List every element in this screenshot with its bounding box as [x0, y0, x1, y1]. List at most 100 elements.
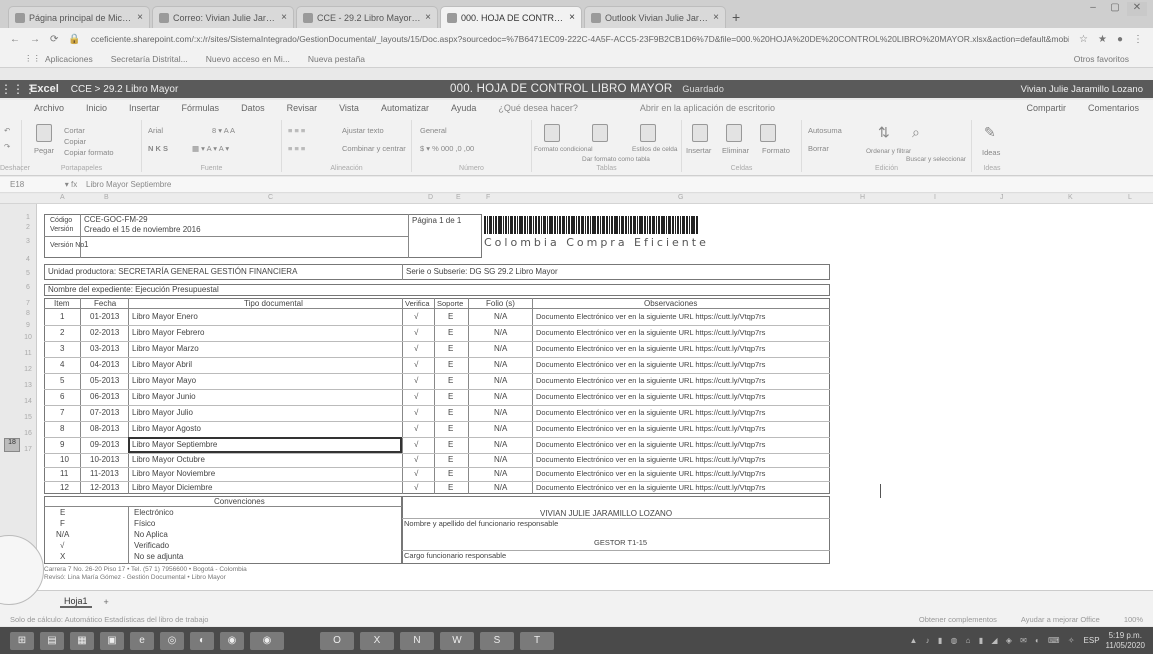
- bold-button[interactable]: N K S: [148, 144, 168, 153]
- close-icon[interactable]: ×: [281, 12, 287, 23]
- column-header[interactable]: K: [1068, 194, 1073, 201]
- feedback-link[interactable]: Ayudar a mejorar Office: [1021, 615, 1100, 624]
- browser-tab-excel[interactable]: 000. HOJA DE CONTROL LIBRO×: [440, 6, 582, 28]
- column-header[interactable]: A: [60, 194, 65, 201]
- name-box[interactable]: E18: [0, 180, 56, 189]
- extension-icon[interactable]: ★: [1098, 34, 1107, 45]
- row-header-selected[interactable]: 18: [4, 438, 20, 452]
- copy-button[interactable]: Copiar: [64, 137, 86, 146]
- wrap-text-button[interactable]: Ajustar texto: [342, 126, 384, 135]
- redo-icon[interactable]: ↷: [4, 142, 10, 151]
- formula-input[interactable]: Libro Mayor Septiembre: [86, 180, 171, 189]
- new-tab-button[interactable]: +: [732, 9, 740, 25]
- table-row[interactable]: 5 05-2013 Libro Mayor Mayo √ E N/A Docum…: [44, 374, 830, 389]
- browser-tab-sharepoint[interactable]: CCE - 29.2 Libro Mayor - Todos ×: [296, 6, 438, 28]
- cell-styles-icon[interactable]: [640, 124, 656, 142]
- app-icon[interactable]: ◐: [190, 631, 214, 650]
- back-icon[interactable]: ←: [10, 34, 20, 45]
- app-icon[interactable]: ▣: [100, 631, 124, 650]
- close-window-icon[interactable]: ✕: [1127, 2, 1147, 16]
- browser-tab-office[interactable]: Página principal de Microsoft Of ×: [8, 6, 150, 28]
- autosum-button[interactable]: Autosuma: [808, 126, 842, 135]
- ideas-icon[interactable]: ✎: [984, 124, 996, 141]
- column-header[interactable]: C: [268, 194, 273, 201]
- row-header[interactable]: 11: [20, 350, 36, 357]
- delete-icon[interactable]: [726, 124, 742, 142]
- browser-tab-outlook[interactable]: Outlook Vivian Julie Jaramillo ×: [584, 6, 726, 28]
- table-row[interactable]: 7 07-2013 Libro Mayor Julio √ E N/A Docu…: [44, 406, 830, 421]
- conditional-format-button[interactable]: Formato condicional: [534, 146, 593, 153]
- reload-icon[interactable]: ⟳: [50, 34, 58, 45]
- windows-start-icon[interactable]: ⊞: [10, 631, 34, 650]
- chrome-icon[interactable]: ◉: [220, 631, 244, 650]
- bookmark-apps[interactable]: ⋮⋮ Aplicaciones: [24, 53, 93, 64]
- tell-me-search[interactable]: ¿Qué desea hacer?: [498, 103, 578, 113]
- row-header[interactable]: 10: [20, 334, 36, 341]
- conditional-format-icon[interactable]: [544, 124, 560, 142]
- column-header[interactable]: E: [456, 194, 461, 201]
- tab-automatizar[interactable]: Automatizar: [381, 103, 429, 113]
- row-header[interactable]: 14: [20, 398, 36, 405]
- row-header[interactable]: 2: [20, 224, 36, 231]
- chrome-active-icon[interactable]: ◉: [250, 631, 284, 650]
- tray-icons[interactable]: ▲ ♪ ▮ ◍ ⌂ ▮ ◢ ◈ ✉ ◐ ⌨ ✧: [909, 636, 1077, 645]
- app-launcher-icon[interactable]: ⋮⋮⋮: [0, 82, 36, 96]
- column-header[interactable]: F: [486, 194, 490, 201]
- store-icon[interactable]: ▦: [70, 631, 94, 650]
- version-value[interactable]: Creado el 15 de noviembre 2016: [84, 225, 201, 234]
- search-icon[interactable]: ⌕: [912, 124, 920, 141]
- tab-datos[interactable]: Datos: [241, 103, 265, 113]
- skype-taskbar-icon[interactable]: S: [480, 631, 514, 650]
- table-row[interactable]: 8 08-2013 Libro Mayor Agosto √ E N/A Doc…: [44, 422, 830, 437]
- align-buttons[interactable]: ≡ ≡ ≡: [288, 126, 305, 135]
- zoom-level[interactable]: 100%: [1124, 615, 1143, 624]
- open-desktop-app[interactable]: Abrir en la aplicación de escritorio: [640, 103, 775, 113]
- clear-button[interactable]: Borrar: [808, 144, 829, 153]
- row-header[interactable]: 6: [20, 284, 36, 291]
- font-select[interactable]: Arial: [148, 126, 163, 135]
- minimize-icon[interactable]: –: [1083, 2, 1103, 16]
- share-button[interactable]: Compartir: [1026, 103, 1066, 113]
- forward-icon[interactable]: →: [30, 34, 40, 45]
- column-header[interactable]: G: [678, 194, 683, 201]
- row-header[interactable]: 8: [20, 310, 36, 317]
- row-header[interactable]: 5: [20, 270, 36, 277]
- paste-icon[interactable]: [36, 124, 52, 142]
- edge-icon[interactable]: e: [130, 631, 154, 650]
- bookmark-otros[interactable]: Otros favoritos: [1074, 54, 1129, 64]
- tab-insertar[interactable]: Insertar: [129, 103, 160, 113]
- star-icon[interactable]: ☆: [1079, 34, 1088, 45]
- format-button[interactable]: Formato: [762, 146, 790, 155]
- paste-label[interactable]: Pegar: [34, 146, 54, 155]
- app-name[interactable]: Excel: [30, 83, 59, 95]
- language-indicator[interactable]: ESP: [1084, 636, 1100, 645]
- number-buttons[interactable]: $ ▾ % 000 ,0 ,00: [420, 144, 474, 153]
- format-painter-button[interactable]: Copiar formato: [64, 148, 114, 157]
- row-header[interactable]: 3: [20, 238, 36, 245]
- user-name[interactable]: Vivian Julie Jaramillo Lozano: [1021, 84, 1143, 95]
- expediente[interactable]: Nombre del expediente: Ejecución Presupu…: [48, 285, 219, 294]
- maximize-icon[interactable]: ▢: [1105, 2, 1125, 16]
- column-header[interactable]: H: [860, 194, 865, 201]
- teams-taskbar-icon[interactable]: T: [520, 631, 554, 650]
- column-header[interactable]: L: [1128, 194, 1132, 201]
- tab-ayuda[interactable]: Ayuda: [451, 103, 476, 113]
- comments-button[interactable]: Comentarios: [1088, 103, 1139, 113]
- menu-icon[interactable]: ⋮: [1133, 34, 1143, 45]
- undo-icon[interactable]: ↶: [4, 126, 10, 135]
- table-row[interactable]: 6 06-2013 Libro Mayor Junio √ E N/A Docu…: [44, 390, 830, 405]
- close-icon[interactable]: ×: [425, 12, 431, 23]
- cell-styles-button[interactable]: Estilos de celda: [632, 146, 678, 153]
- excel-taskbar-icon[interactable]: X: [360, 631, 394, 650]
- column-header[interactable]: J: [1000, 194, 1004, 201]
- find-select-button[interactable]: Buscar y seleccionar: [906, 156, 966, 163]
- table-row[interactable]: 1 01-2013 Libro Mayor Enero √ E N/A Docu…: [44, 310, 830, 325]
- onenote-taskbar-icon[interactable]: N: [400, 631, 434, 650]
- bookmark-acceso[interactable]: Nuevo acceso en Mi...: [206, 54, 290, 64]
- insert-icon[interactable]: [692, 124, 708, 142]
- close-icon[interactable]: ×: [137, 12, 143, 23]
- table-row[interactable]: 11 11-2013 Libro Mayor Noviembre √ E N/A…: [44, 468, 830, 481]
- bookmark-secretaria[interactable]: Secretaría Distrital...: [111, 54, 188, 64]
- tab-inicio[interactable]: Inicio: [86, 103, 107, 113]
- row-header[interactable]: 16: [20, 430, 36, 437]
